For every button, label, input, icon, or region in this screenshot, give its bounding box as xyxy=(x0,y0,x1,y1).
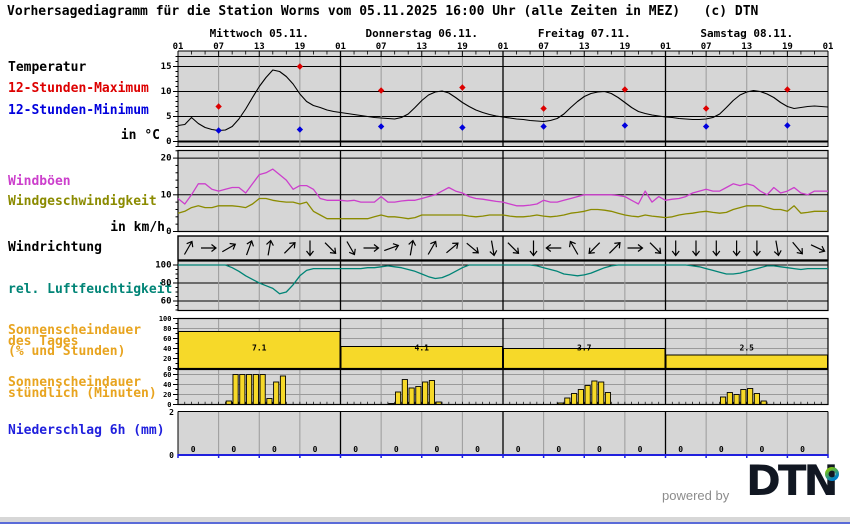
svg-text:7.1: 7.1 xyxy=(252,344,267,353)
sunshine-hourly-panel: 0204060 xyxy=(163,368,829,409)
forecast-page: Vorhersagediagramm für die Station Worms… xyxy=(0,0,850,524)
svg-text:0: 0 xyxy=(475,445,480,454)
svg-text:Donnerstag 06.11.: Donnerstag 06.11. xyxy=(365,27,478,40)
svg-text:0: 0 xyxy=(516,445,521,454)
svg-text:0: 0 xyxy=(638,445,643,454)
svg-text:2.5: 2.5 xyxy=(740,344,755,353)
wind-direction-panel xyxy=(177,235,829,261)
svg-text:Mittwoch 05.11.: Mittwoch 05.11. xyxy=(210,27,309,40)
humidity-panel: 60 80 100 xyxy=(155,260,829,312)
svg-text:0: 0 xyxy=(166,227,171,237)
svg-text:4.1: 4.1 xyxy=(415,344,430,353)
svg-text:10: 10 xyxy=(161,190,172,200)
svg-text:80: 80 xyxy=(161,279,172,289)
svg-text:Samstag 08.11.: Samstag 08.11. xyxy=(700,27,793,40)
svg-text:0: 0 xyxy=(760,445,765,454)
precipitation-panel: 2 0 0 0 0 0 0 0 0 0 0 0 0 0 0 0 0 0 xyxy=(169,408,829,460)
svg-text:40: 40 xyxy=(163,345,171,353)
svg-text:0: 0 xyxy=(800,445,805,454)
svg-text:0: 0 xyxy=(719,445,724,454)
svg-text:5: 5 xyxy=(166,112,171,122)
svg-text:15: 15 xyxy=(161,62,172,72)
dtn-logo-dot-icon xyxy=(825,467,839,481)
svg-text:0: 0 xyxy=(166,137,171,147)
svg-text:0: 0 xyxy=(353,445,358,454)
svg-text:0: 0 xyxy=(597,445,602,454)
svg-text:100: 100 xyxy=(155,261,171,271)
wind-panel: 0 10 20 xyxy=(161,149,829,237)
svg-text:60: 60 xyxy=(163,335,171,343)
forecast-chart: Mittwoch 05.11. Donnerstag 06.11. Freitag … xyxy=(155,27,833,460)
svg-text:0: 0 xyxy=(435,445,440,454)
svg-text:40: 40 xyxy=(163,381,171,389)
temperature-panel: 0 5 10 15 xyxy=(161,56,829,147)
svg-text:Freitag 07.11.: Freitag 07.11. xyxy=(538,27,631,40)
svg-text:20: 20 xyxy=(163,355,171,363)
svg-text:3.7: 3.7 xyxy=(577,344,592,353)
svg-text:0: 0 xyxy=(556,445,561,454)
svg-text:0: 0 xyxy=(394,445,399,454)
svg-text:0: 0 xyxy=(231,445,236,454)
powered-by-text: powered by xyxy=(662,488,730,503)
svg-text:80: 80 xyxy=(163,325,171,333)
time-axis-header: Mittwoch 05.11. Donnerstag 06.11. Freitag … xyxy=(173,27,833,57)
svg-text:0: 0 xyxy=(191,445,196,454)
svg-text:60: 60 xyxy=(161,297,172,307)
svg-text:0: 0 xyxy=(272,445,277,454)
dtn-logo: DTN xyxy=(746,456,839,505)
svg-text:60: 60 xyxy=(163,371,171,379)
svg-text:20: 20 xyxy=(163,391,171,399)
svg-text:100: 100 xyxy=(159,315,172,323)
svg-text:0: 0 xyxy=(169,451,174,460)
sunshine-daily-panel: 0204060801007.1 4.1 3.7 2.5 xyxy=(159,315,829,373)
svg-text:0: 0 xyxy=(678,445,683,454)
svg-text:2: 2 xyxy=(169,408,174,417)
svg-text:10: 10 xyxy=(161,87,172,97)
svg-text:0: 0 xyxy=(313,445,318,454)
svg-text:20: 20 xyxy=(161,154,172,164)
